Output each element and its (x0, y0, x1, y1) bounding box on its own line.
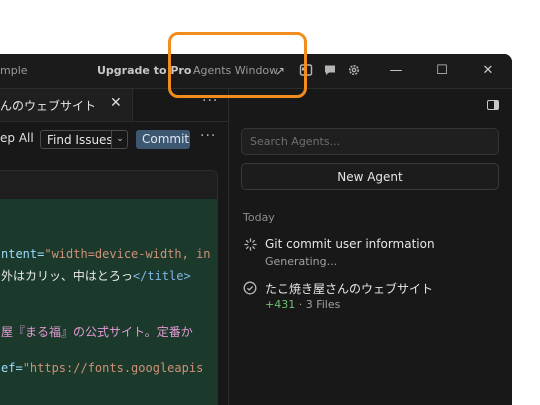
commit-button[interactable]: Commit (136, 130, 190, 149)
agent-title: Git commit user information (265, 237, 435, 251)
minimize-button[interactable]: — (387, 62, 405, 80)
tab-bar: んのウェブサイト ✕ ··· (0, 89, 228, 122)
new-agent-label: New Agent (337, 170, 403, 184)
spinner-icon (243, 238, 257, 252)
tab-website[interactable]: んのウェブサイト ✕ (0, 89, 133, 121)
editor-header (0, 171, 217, 199)
agent-title: たこ焼き屋さんのウェブサイト (265, 282, 434, 296)
upgrade-link[interactable]: Upgrade to Pro (97, 64, 191, 77)
code-line: ef="https://fonts.googleapis (1, 361, 204, 375)
maximize-button[interactable]: ☐ (433, 62, 451, 80)
agents-window-link[interactable]: Agents Window (193, 64, 278, 77)
step-all-button[interactable]: ep All (0, 131, 34, 145)
chevron-down-icon[interactable]: ⌄ (111, 131, 128, 148)
files-count: · 3 Files (295, 298, 341, 311)
find-issues-button[interactable]: Find Issues ⌄ (40, 130, 128, 149)
find-issues-label: Find Issues (47, 133, 113, 147)
chat-bubble-icon[interactable] (322, 63, 338, 79)
additions-count: +431 (265, 298, 296, 311)
window-title: mple (0, 64, 28, 77)
diff-added-block: ntent="width=device-width, in 外はカリッ、中はとろ… (0, 199, 217, 405)
agent-status: Generating... (265, 255, 338, 268)
new-agent-button[interactable]: New Agent (241, 163, 499, 190)
agents-panel: New Agent Today Git commit user informat… (229, 89, 512, 405)
layout-icon[interactable] (298, 63, 314, 79)
commit-label: Commit (142, 132, 190, 146)
code-line: 屋『まる福』の公式サイト。定番か (1, 325, 193, 339)
app-window: mple Upgrade to Pro Agents Window ↗ — ☐ … (0, 54, 512, 405)
code-line: 外はカリッ、中はとろっ</title> (1, 269, 191, 283)
check-circle-icon (243, 281, 257, 295)
agent-item[interactable]: たこ焼き屋さんのウェブサイト +431 · 3 Files (241, 280, 499, 314)
more-icon[interactable]: ··· (200, 128, 216, 144)
close-window-button[interactable]: ✕ (479, 62, 497, 80)
arrow-up-right-icon[interactable]: ↗ (272, 63, 288, 79)
search-agents-input[interactable] (241, 128, 499, 155)
close-icon[interactable]: ✕ (110, 95, 122, 111)
section-heading-today: Today (243, 211, 275, 224)
agent-summary: +431 · 3 Files (265, 298, 340, 311)
more-icon[interactable]: ··· (202, 93, 218, 109)
diff-editor[interactable]: ntent="width=device-width, in 外はカリッ、中はとろ… (0, 170, 218, 405)
panel-toggle-icon[interactable] (487, 100, 499, 110)
agent-item[interactable]: Git commit user information Generating..… (241, 237, 499, 271)
review-toolbar: ep All Find Issues ⌄ Commit ··· (0, 121, 228, 155)
tab-label: んのウェブサイト (0, 99, 97, 113)
gear-icon[interactable] (346, 63, 362, 79)
title-bar: mple Upgrade to Pro Agents Window ↗ — ☐ … (0, 54, 512, 89)
code-line: ntent="width=device-width, in (1, 247, 211, 261)
